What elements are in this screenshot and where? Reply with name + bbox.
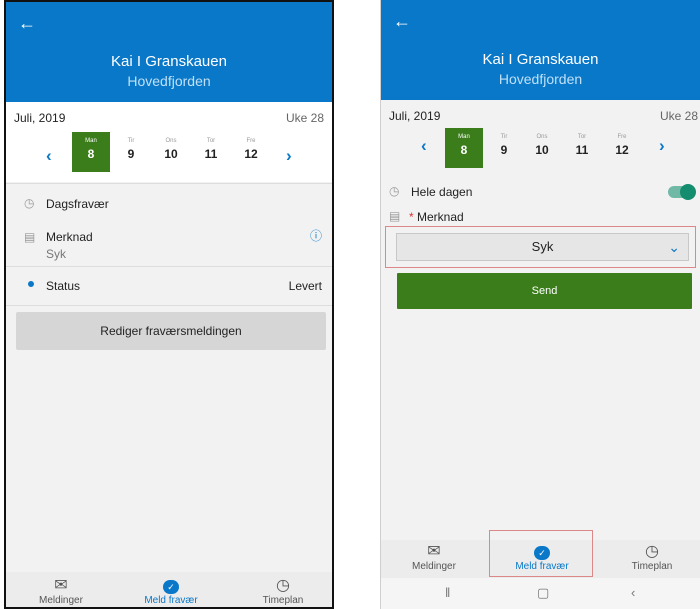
back-arrow-icon[interactable]: ← — [18, 14, 36, 32]
calendar-day-wed[interactable]: Ons 10 — [152, 132, 190, 172]
absence-type: Dagsfravær — [46, 197, 109, 211]
status-label: Status — [46, 279, 81, 293]
calendar-day-mon[interactable]: Man 8 — [445, 128, 483, 168]
calendar-day-fri[interactable]: Fre 12 — [232, 132, 270, 172]
app-header: ← Kai I Granskauen Hovedfjorden — [381, 0, 700, 100]
day-number: 9 — [127, 147, 135, 161]
tab-messages[interactable]: ✉ Meldinger — [16, 577, 106, 606]
day-name: Ons — [536, 134, 548, 140]
tab-messages[interactable]: ✉ Meldinger — [389, 543, 479, 572]
day-number: 8 — [87, 147, 95, 161]
tab-label: Timeplan — [262, 595, 304, 606]
required-mark: * — [409, 210, 414, 224]
status-dot-icon — [28, 281, 34, 287]
remark-value: Syk — [46, 247, 67, 261]
calendar-day-fri[interactable]: Fre 12 — [603, 128, 641, 168]
week-calendar: Juli, 2019 Uke 28 ‹ Man 8 Tir 9 Ons 10 T… — [6, 102, 332, 182]
report-absence-screen: ← Kai I Granskauen Hovedfjorden Juli, 20… — [380, 0, 700, 609]
day-number: 12 — [244, 147, 258, 161]
chevron-down-icon: ⌄ — [668, 239, 680, 255]
envelope-icon: ✉ — [427, 543, 441, 560]
day-number: 12 — [615, 143, 629, 157]
clock-icon: ◷ — [276, 577, 290, 594]
tab-bar: ✉ Meldinger ✓ Meld fravær ◷ Timeplan — [6, 572, 332, 607]
clock-icon: ◷ — [389, 184, 400, 198]
calendar-day-wed[interactable]: Ons 10 — [523, 128, 561, 168]
day-name: Tor — [577, 134, 587, 140]
remark-selected-value: Syk — [531, 239, 554, 254]
day-number: 8 — [460, 143, 468, 157]
whole-day-toggle[interactable] — [668, 184, 696, 200]
home-icon[interactable]: ▢ — [537, 585, 549, 601]
recents-icon[interactable]: ‖ — [445, 585, 450, 600]
android-nav-bar: ‖ ▢ ‹ — [381, 578, 700, 609]
remark-label: Merknad — [417, 210, 464, 224]
whole-day-label: Hele dagen — [411, 185, 473, 199]
info-icon[interactable]: ⓘ — [310, 227, 322, 244]
remark-label: Merknad — [46, 230, 93, 244]
previous-week-icon[interactable]: ‹ — [46, 146, 52, 166]
next-week-icon[interactable]: › — [286, 146, 292, 166]
tab-timetable[interactable]: ◷ Timeplan — [238, 577, 328, 606]
day-number: 11 — [204, 147, 218, 161]
calendar-day-mon[interactable]: Man 8 — [72, 132, 110, 172]
back-arrow-icon[interactable]: ← — [393, 12, 411, 30]
calendar-day-thu[interactable]: Tor 11 — [192, 132, 230, 172]
next-week-icon[interactable]: › — [659, 136, 665, 156]
tab-report-absence[interactable]: ✓ Meld fravær — [126, 577, 216, 606]
send-button[interactable]: Send — [397, 273, 692, 309]
tab-label: Timeplan — [631, 561, 673, 572]
week-calendar: Juli, 2019 Uke 28 ‹ Man 8 Tir 9 Ons 10 T… — [381, 100, 700, 180]
day-name: Tir — [127, 138, 135, 144]
calendar-week-number: Uke 28 — [285, 111, 324, 125]
tab-timetable[interactable]: ◷ Timeplan — [607, 543, 697, 572]
status-value: Levert — [288, 279, 322, 293]
day-name: Fre — [617, 134, 627, 140]
report-absence-icon: ✓ — [126, 577, 216, 595]
status-row: Status Levert — [6, 267, 332, 306]
note-icon: ▤ — [389, 209, 401, 223]
tab-highlight — [489, 530, 593, 577]
clock-icon: ◷ — [645, 543, 659, 560]
day-name: Man — [458, 134, 470, 140]
remark-select[interactable]: Syk ⌄ — [396, 233, 689, 261]
day-name: Tor — [206, 138, 216, 144]
school-name: Hovedfjorden — [127, 73, 211, 89]
absence-type-row: ◷ Dagsfravær — [6, 183, 332, 223]
day-number: 9 — [500, 143, 508, 157]
tab-label: Meldinger — [412, 561, 456, 572]
absence-detail-screen: ← Kai I Granskauen Hovedfjorden Juli, 20… — [4, 0, 334, 609]
calendar-month: Juli, 2019 — [389, 109, 441, 123]
day-name: Fre — [246, 138, 256, 144]
day-number: 10 — [164, 147, 178, 161]
day-name: Ons — [165, 138, 177, 144]
student-name: Kai I Granskauen — [111, 53, 227, 70]
calendar-day-thu[interactable]: Tor 11 — [563, 128, 601, 168]
edit-absence-button[interactable]: Rediger fraværsmeldingen — [16, 312, 326, 350]
envelope-icon: ✉ — [54, 577, 68, 594]
day-name: Tir — [500, 134, 508, 140]
day-name: Man — [85, 138, 97, 144]
calendar-day-tue[interactable]: Tir 9 — [485, 128, 523, 168]
day-number: 11 — [575, 143, 589, 157]
remark-select-highlight: Syk ⌄ — [385, 226, 696, 268]
day-number: 10 — [535, 143, 549, 157]
calendar-month: Juli, 2019 — [14, 111, 66, 125]
clock-icon: ◷ — [24, 196, 35, 210]
calendar-day-tue[interactable]: Tir 9 — [112, 132, 150, 172]
calendar-week-number: Uke 28 — [659, 109, 698, 123]
app-header: ← Kai I Granskauen Hovedfjorden — [6, 2, 332, 102]
back-icon[interactable]: ‹ — [631, 585, 635, 600]
school-name: Hovedfjorden — [498, 71, 583, 87]
toggle-knob — [680, 184, 696, 200]
previous-week-icon[interactable]: ‹ — [421, 136, 427, 156]
tab-label: Meldinger — [39, 595, 83, 606]
note-icon: ▤ — [24, 230, 36, 244]
remark-row: ▤ Merknad Syk ⓘ — [6, 222, 332, 267]
student-name: Kai I Granskauen — [482, 51, 599, 68]
tab-label: Meld fravær — [144, 595, 198, 606]
